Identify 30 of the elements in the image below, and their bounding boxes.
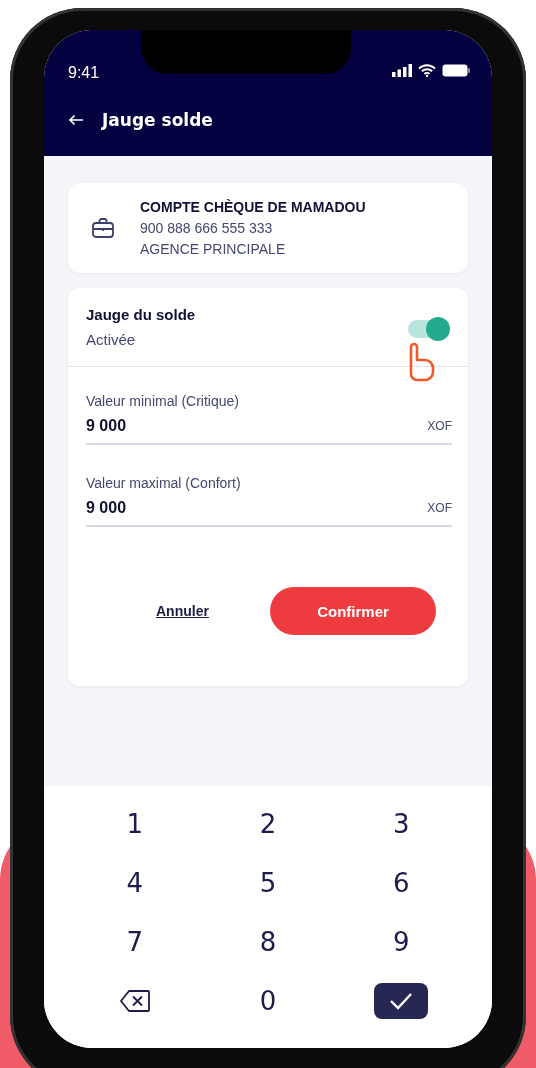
keypad-key[interactable]: 2: [253, 808, 283, 839]
keypad-key[interactable]: 8: [253, 926, 283, 957]
keypad-key[interactable]: 0: [253, 985, 283, 1016]
amount-field[interactable]: Valeur maximal (Confort) 9 000 XOF: [86, 475, 452, 527]
keypad-key[interactable]: 3: [387, 808, 416, 839]
keypad-confirm-button[interactable]: [374, 982, 429, 1019]
screen-title: Jauge solde: [102, 110, 213, 130]
wifi-icon: [418, 64, 436, 77]
account-agency: AGENCE PRINCIPALE: [140, 241, 287, 257]
account-name: COMPTE CHÈQUE DE MAMADOU: [140, 199, 366, 215]
cancel-link[interactable]: Annuler: [156, 603, 209, 619]
keypad-key[interactable]: 1: [120, 808, 149, 839]
amount-field[interactable]: Valeur minimal (Critique) 9 000 XOF: [86, 393, 452, 445]
gauge-toggle[interactable]: [408, 320, 448, 338]
checkmark-icon: [389, 991, 414, 1010]
signal-icon: [392, 64, 412, 77]
keypad-key[interactable]: 5: [253, 867, 283, 898]
briefcase-icon: [92, 218, 114, 238]
keypad-key[interactable]: 9: [387, 926, 416, 957]
backspace-icon[interactable]: [119, 989, 150, 1012]
gauge-title: Jauge du solde: [86, 306, 196, 323]
confirm-button[interactable]: Confirmer: [270, 587, 436, 635]
battery-icon: [442, 64, 470, 77]
status-time: 9:41: [68, 64, 100, 82]
back-arrow-icon[interactable]: [68, 114, 84, 126]
keypad-key[interactable]: 7: [120, 926, 149, 957]
keypad-key[interactable]: 6: [387, 867, 416, 898]
gauge-status: Activée: [86, 331, 137, 348]
keypad-key[interactable]: 4: [120, 867, 149, 898]
account-number: 900 888 666 555 333: [140, 220, 274, 236]
